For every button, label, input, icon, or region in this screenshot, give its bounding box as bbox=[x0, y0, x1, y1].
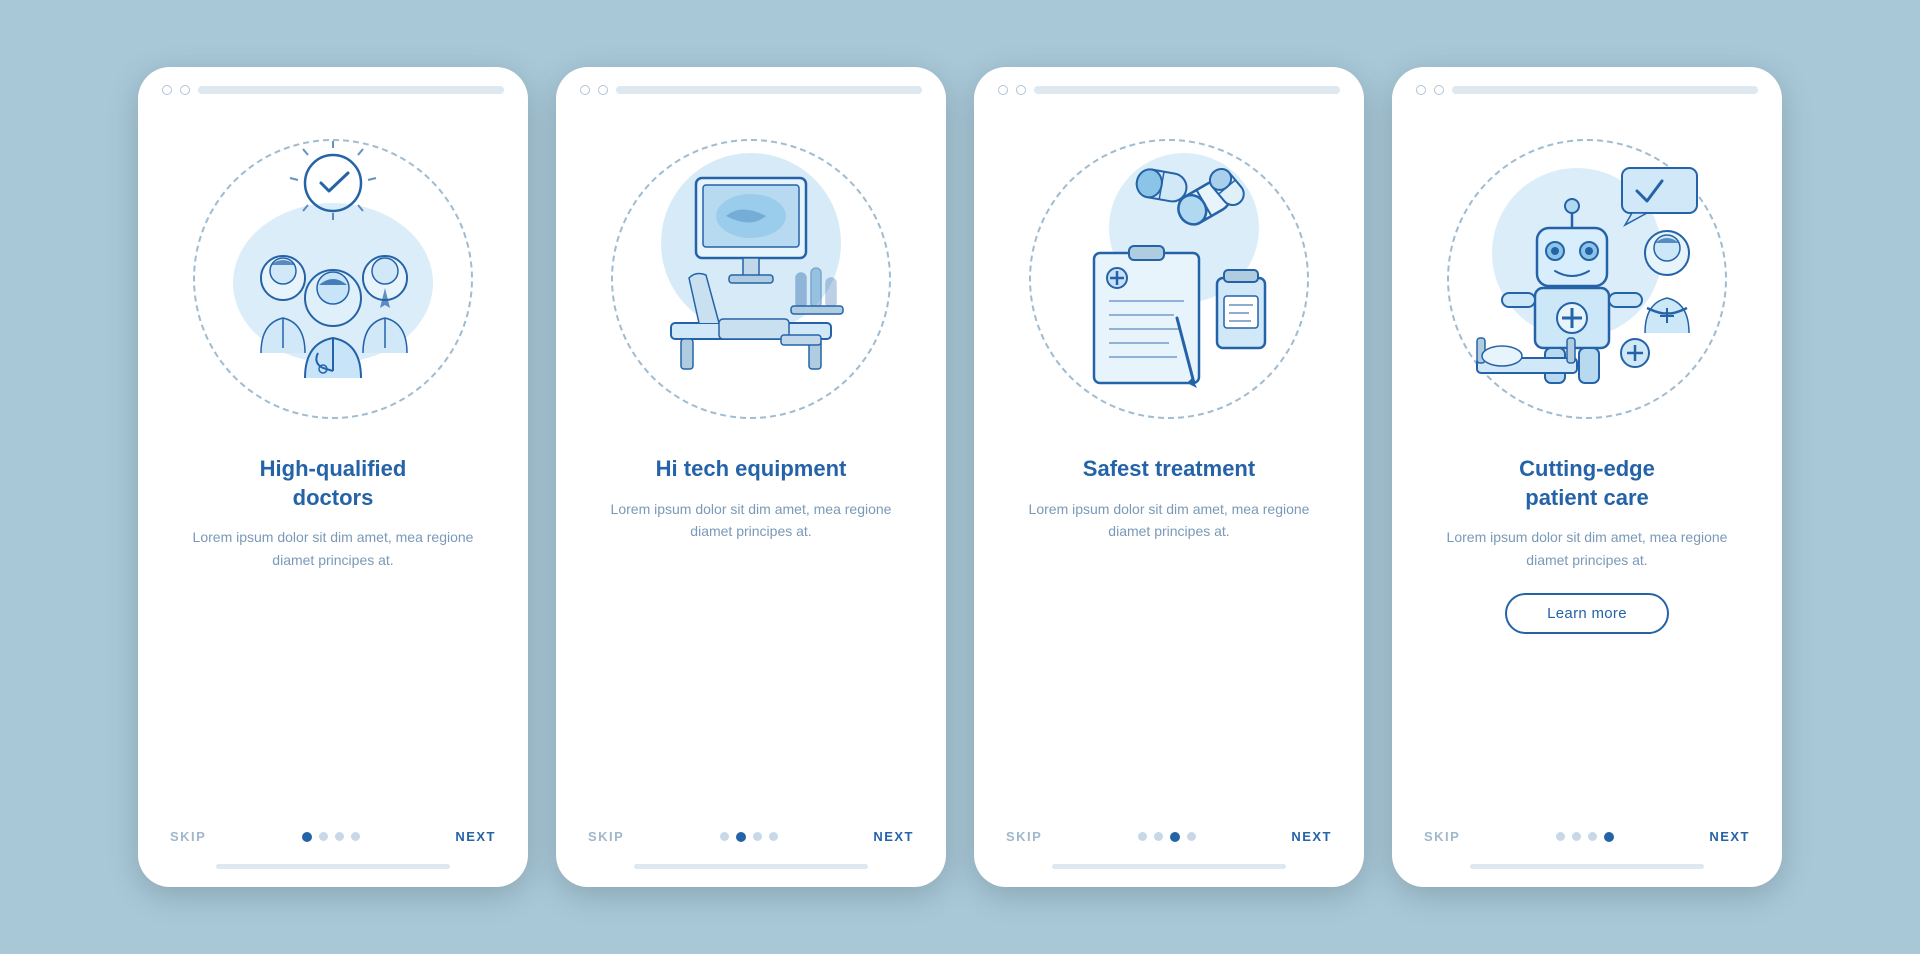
screen-title-3: Safest treatment bbox=[1083, 455, 1255, 484]
screen-title-4: Cutting-edge patient care bbox=[1519, 455, 1655, 512]
patient-care-illustration bbox=[1447, 123, 1727, 428]
screen-desc-1: Lorem ipsum dolor sit dim amet, mea regi… bbox=[170, 526, 496, 571]
equipment-illustration bbox=[611, 123, 891, 428]
nav-bar-2: SKIP NEXT bbox=[556, 811, 946, 854]
phone-screen-1: High-qualified doctors Lorem ipsum dolor… bbox=[138, 67, 528, 887]
top-bar-3 bbox=[974, 67, 1364, 95]
nav-dots-1 bbox=[302, 832, 360, 842]
dot-2-3 bbox=[753, 832, 762, 841]
skip-button-3[interactable]: SKIP bbox=[1006, 829, 1042, 844]
nav-bar-4: SKIP NEXT bbox=[1392, 811, 1782, 854]
dot-1-3 bbox=[335, 832, 344, 841]
status-line-2 bbox=[616, 86, 922, 94]
status-dot-2 bbox=[180, 85, 190, 95]
status-line-3 bbox=[1034, 86, 1340, 94]
dot-4-3 bbox=[1588, 832, 1597, 841]
nav-dots-4 bbox=[1556, 832, 1614, 842]
status-dot-5 bbox=[998, 85, 1008, 95]
nav-bar-3: SKIP NEXT bbox=[974, 811, 1364, 854]
screen-desc-2: Lorem ipsum dolor sit dim amet, mea regi… bbox=[588, 498, 914, 543]
treatment-illustration bbox=[1029, 123, 1309, 428]
nav-dots-2 bbox=[720, 832, 778, 842]
learn-more-button[interactable]: Learn more bbox=[1505, 593, 1669, 634]
doctors-illustration bbox=[193, 123, 473, 428]
text-area-3: Safest treatment Lorem ipsum dolor sit d… bbox=[974, 435, 1364, 793]
nav-bar-1: SKIP NEXT bbox=[138, 811, 528, 854]
screen-title-1: High-qualified doctors bbox=[260, 455, 407, 512]
bottom-bar-4 bbox=[1470, 864, 1704, 869]
text-area-2: Hi tech equipment Lorem ipsum dolor sit … bbox=[556, 435, 946, 793]
dot-4-1 bbox=[1556, 832, 1565, 841]
dot-3-4 bbox=[1187, 832, 1196, 841]
text-area-4: Cutting-edge patient care Lorem ipsum do… bbox=[1392, 435, 1782, 793]
next-button-4[interactable]: NEXT bbox=[1709, 829, 1750, 844]
top-bar-2 bbox=[556, 67, 946, 95]
top-bar-1 bbox=[138, 67, 528, 95]
status-line-1 bbox=[198, 86, 504, 94]
dot-4-4 bbox=[1604, 832, 1614, 842]
dot-1-1 bbox=[302, 832, 312, 842]
status-line-4 bbox=[1452, 86, 1758, 94]
illustration-area-1 bbox=[138, 95, 528, 435]
nav-dots-3 bbox=[1138, 832, 1196, 842]
text-area-1: High-qualified doctors Lorem ipsum dolor… bbox=[138, 435, 528, 793]
illustration-area-2 bbox=[556, 95, 946, 435]
screen-desc-3: Lorem ipsum dolor sit dim amet, mea regi… bbox=[1006, 498, 1332, 543]
next-button-3[interactable]: NEXT bbox=[1291, 829, 1332, 844]
bottom-bar-3 bbox=[1052, 864, 1286, 869]
illustration-area-3 bbox=[974, 95, 1364, 435]
dot-1-2 bbox=[319, 832, 328, 841]
next-button-1[interactable]: NEXT bbox=[455, 829, 496, 844]
status-dot-7 bbox=[1416, 85, 1426, 95]
top-bar-4 bbox=[1392, 67, 1782, 95]
illustration-area-4 bbox=[1392, 95, 1782, 435]
screen-title-2: Hi tech equipment bbox=[656, 455, 847, 484]
dot-1-4 bbox=[351, 832, 360, 841]
dot-2-4 bbox=[769, 832, 778, 841]
dot-3-2 bbox=[1154, 832, 1163, 841]
bottom-bar-1 bbox=[216, 864, 450, 869]
status-dot-3 bbox=[580, 85, 590, 95]
phone-screen-2: Hi tech equipment Lorem ipsum dolor sit … bbox=[556, 67, 946, 887]
dot-2-2 bbox=[736, 832, 746, 842]
status-dot-8 bbox=[1434, 85, 1444, 95]
screen-desc-4: Lorem ipsum dolor sit dim amet, mea regi… bbox=[1424, 526, 1750, 571]
status-dot-1 bbox=[162, 85, 172, 95]
dot-3-3 bbox=[1170, 832, 1180, 842]
skip-button-2[interactable]: SKIP bbox=[588, 829, 624, 844]
next-button-2[interactable]: NEXT bbox=[873, 829, 914, 844]
bottom-bar-2 bbox=[634, 864, 868, 869]
status-dot-4 bbox=[598, 85, 608, 95]
dot-2-1 bbox=[720, 832, 729, 841]
status-dot-6 bbox=[1016, 85, 1026, 95]
dot-4-2 bbox=[1572, 832, 1581, 841]
dot-3-1 bbox=[1138, 832, 1147, 841]
skip-button-1[interactable]: SKIP bbox=[170, 829, 206, 844]
skip-button-4[interactable]: SKIP bbox=[1424, 829, 1460, 844]
screens-container: High-qualified doctors Lorem ipsum dolor… bbox=[78, 27, 1842, 927]
phone-screen-3: Safest treatment Lorem ipsum dolor sit d… bbox=[974, 67, 1364, 887]
phone-screen-4: Cutting-edge patient care Lorem ipsum do… bbox=[1392, 67, 1782, 887]
